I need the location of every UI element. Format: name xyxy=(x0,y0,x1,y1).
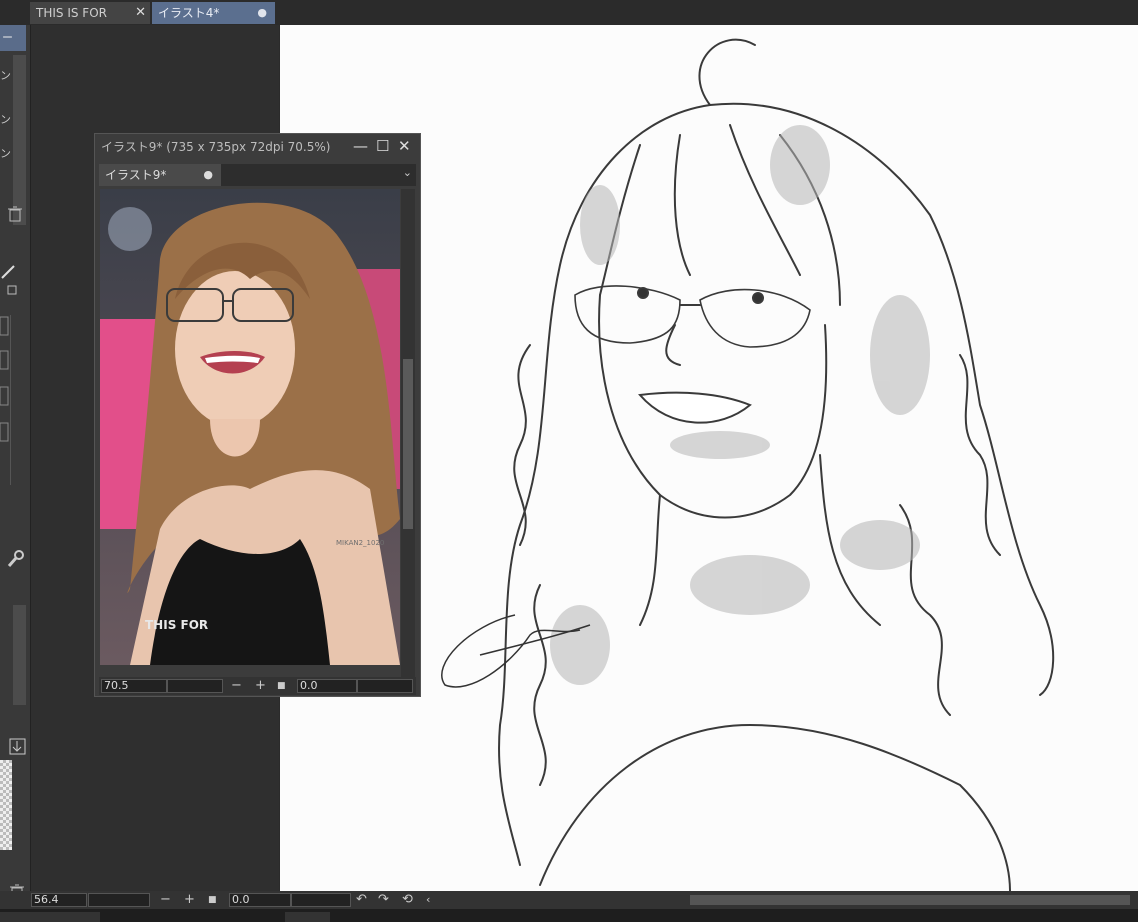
subtool-label[interactable]: ン xyxy=(0,67,11,83)
close-icon[interactable]: ✕ xyxy=(135,2,146,24)
horizontal-scrollbar[interactable] xyxy=(690,895,1130,905)
taskbar-strip xyxy=(0,909,1138,922)
brush-icon[interactable] xyxy=(0,260,22,300)
wrench-icon[interactable] xyxy=(6,549,26,569)
panel-scrollbar[interactable] xyxy=(13,55,26,225)
close-icon[interactable]: ✕ xyxy=(398,137,411,155)
left-tool-panel: ー ン ン ン xyxy=(0,25,31,900)
modified-dot-icon: ● xyxy=(203,168,213,181)
fit-button[interactable]: ■ xyxy=(208,891,217,909)
tab-illust4[interactable]: イラスト4* ● xyxy=(152,2,275,24)
sub-window-tab-row: イラスト9* ● ⌄ xyxy=(99,164,416,186)
zoom-slider[interactable] xyxy=(88,893,150,907)
fit-button[interactable]: ■ xyxy=(277,677,286,695)
sub-window-title-text: イラスト9* (735 x 735px 72dpi 70.5%) xyxy=(101,140,331,154)
subtool-label[interactable]: ン xyxy=(0,145,11,161)
panel-scrollbar[interactable] xyxy=(13,605,26,705)
tab-label: イラスト9* xyxy=(105,168,167,182)
layer-thumbnail[interactable] xyxy=(0,760,12,850)
zoom-in-button[interactable]: + xyxy=(184,891,195,909)
sub-window-scrollbar[interactable] xyxy=(401,189,415,679)
photo-watermark: MIKAN2_1020 xyxy=(336,539,384,547)
sub-window-title[interactable]: イラスト9* (735 x 735px 72dpi 70.5%) xyxy=(95,134,420,160)
zoom-field[interactable]: 56.4 xyxy=(31,893,87,907)
chevron-left-icon[interactable]: ‹ xyxy=(426,891,430,909)
tab-label: イラスト4* xyxy=(158,6,220,20)
zoom-out-button[interactable]: − xyxy=(231,677,242,695)
rotation-slider[interactable] xyxy=(357,679,413,693)
trash-icon[interactable] xyxy=(6,205,24,223)
property-checkboxes[interactable] xyxy=(0,315,11,485)
zoom-field[interactable]: 70.5 xyxy=(101,679,167,693)
sub-window-footer: 70.5 − + ■ 0.0 xyxy=(99,677,416,695)
reference-photo: THIS FOR MIKAN2_1020 xyxy=(100,189,400,665)
rotation-field[interactable]: 0.0 xyxy=(229,893,291,907)
tab-label: THIS IS FOR xyxy=(36,6,107,20)
tab-illust9[interactable]: イラスト9* ● xyxy=(99,164,221,186)
zoom-slider[interactable] xyxy=(167,679,223,693)
chevron-down-icon[interactable]: ⌄ xyxy=(403,166,412,179)
canvas-status-bar: 56.4 − + ■ 0.0 ↶ ↷ ⟲ ‹ xyxy=(0,891,1138,909)
tool-button-selected[interactable]: ー xyxy=(0,25,26,51)
rotate-left-icon[interactable]: ↶ xyxy=(356,891,367,909)
document-tab-bar: THIS IS FOR ✕ イラスト4* ● xyxy=(0,0,1138,25)
modified-dot-icon: ● xyxy=(257,6,267,19)
minimize-icon[interactable]: — xyxy=(353,137,368,155)
reference-sub-window[interactable]: イラスト9* (735 x 735px 72dpi 70.5%) — ☐ ✕ イ… xyxy=(94,133,421,697)
reset-rotation-icon[interactable]: ⟲ xyxy=(402,891,413,909)
zoom-in-button[interactable]: + xyxy=(255,677,266,695)
rotate-right-icon[interactable]: ↷ xyxy=(378,891,389,909)
tab-this-is-for[interactable]: THIS IS FOR ✕ xyxy=(30,2,150,24)
shirt-text: THIS FOR xyxy=(145,618,208,632)
subtool-label[interactable]: ン xyxy=(0,111,11,127)
taskbar-item[interactable] xyxy=(0,912,100,922)
taskbar-item[interactable] xyxy=(285,912,330,922)
rotation-field[interactable]: 0.0 xyxy=(297,679,357,693)
zoom-out-button[interactable]: − xyxy=(160,891,171,909)
maximize-icon[interactable]: ☐ xyxy=(376,137,389,155)
import-icon[interactable] xyxy=(8,737,28,757)
rotation-slider[interactable] xyxy=(291,893,351,907)
